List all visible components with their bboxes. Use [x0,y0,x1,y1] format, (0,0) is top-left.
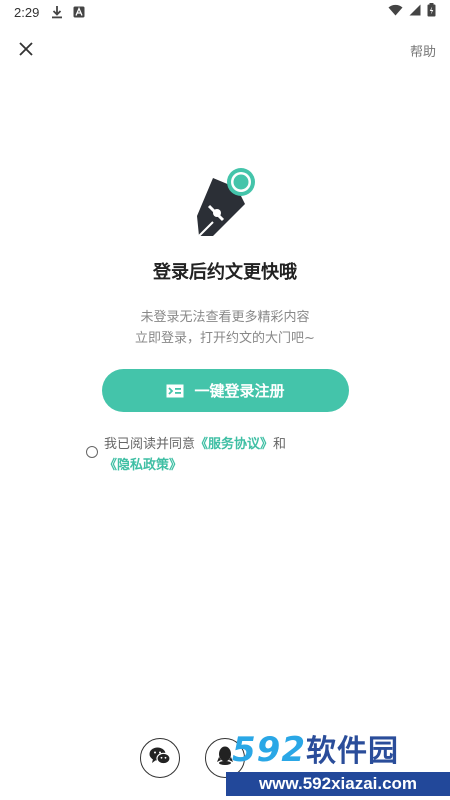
login-button-label: 一键登录注册 [194,382,285,400]
agreement-connector: 和 [273,437,287,452]
wechat-icon [149,746,171,770]
agreement-text: 我已阅读并同意《服务协议》和《隐私政策》 [104,434,364,476]
download-icon [51,5,63,19]
one-click-login-button[interactable]: 一键登录注册 [102,369,349,412]
battery-icon [427,3,436,21]
status-bar: 2:29 [0,0,450,24]
watermark-name: 软件园 [305,734,399,769]
service-agreement-link[interactable]: 《服务协议》 [195,437,273,452]
subtitle-line-2: 立即登录，打开约文的大门吧~ [135,331,315,346]
pen-nib-logo [193,166,265,242]
watermark-logo: 592软件园 www.592xiazai.com [226,728,450,800]
page-title: 登录后约文更快哦 [153,262,297,283]
signal-icon [409,4,421,20]
watermark-number: 592 [232,730,306,770]
id-card-icon [166,384,184,398]
watermark-url: www.592xiazai.com [226,772,450,796]
privacy-policy-link[interactable]: 《隐私政策》 [104,458,182,473]
agreement-prefix: 我已阅读并同意 [104,437,196,452]
status-time: 2:29 [14,4,40,20]
wechat-login-button[interactable] [140,738,180,778]
help-link[interactable]: 帮助 [410,41,436,60]
close-icon [19,41,33,60]
watermark-title: 592软件园 [232,730,399,772]
a-icon [73,6,85,18]
subtitle-line-1: 未登录无法查看更多精彩内容 [140,310,310,325]
wifi-icon [388,4,403,20]
agreement-radio[interactable] [86,446,98,458]
close-button[interactable] [14,38,38,62]
